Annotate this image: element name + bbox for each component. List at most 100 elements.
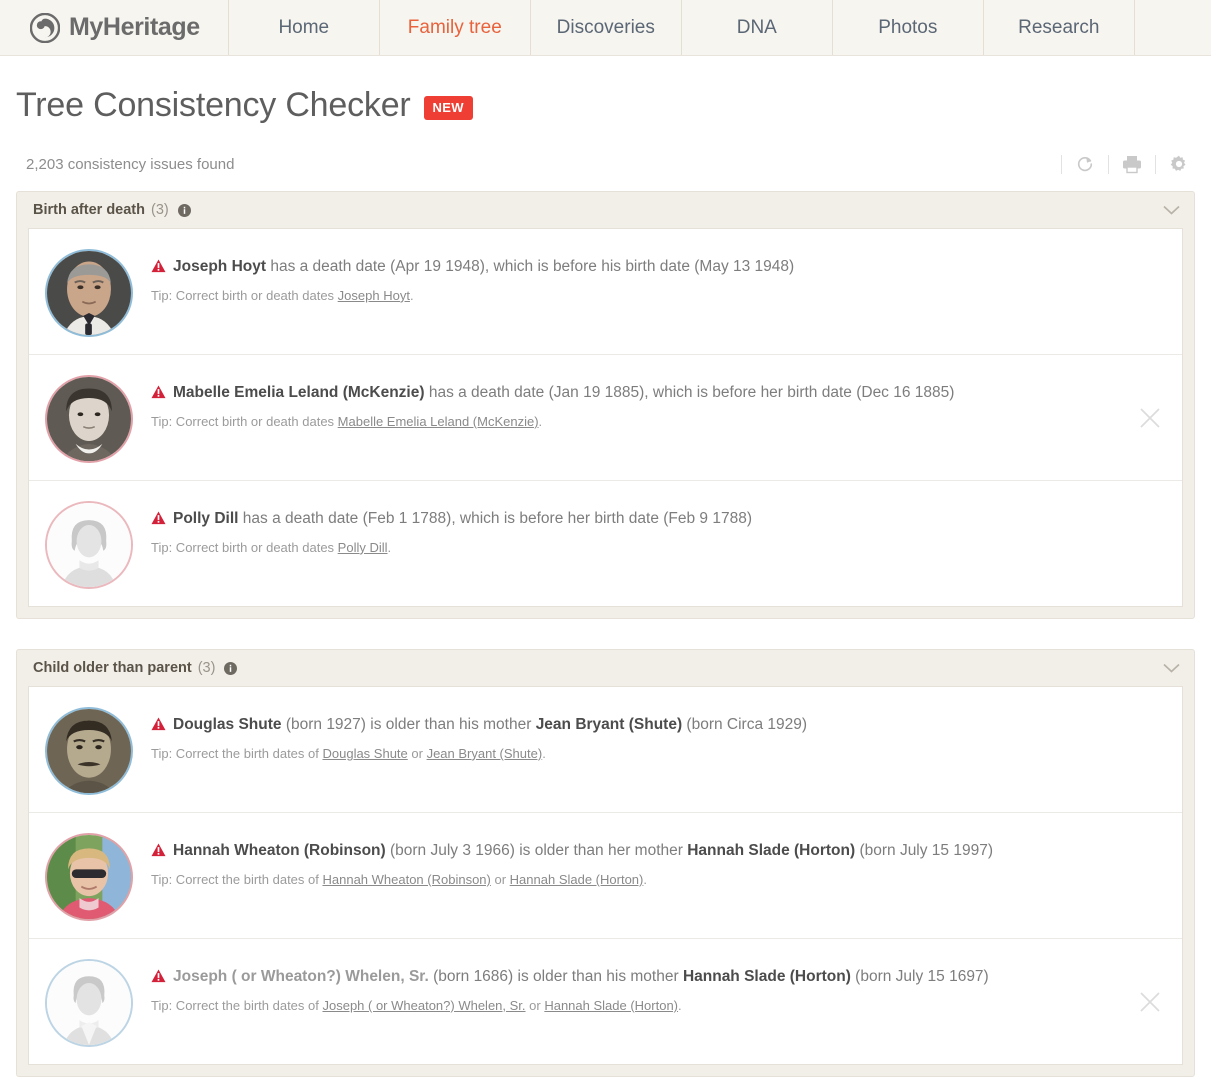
parent-name[interactable]: Hannah Slade (Horton) xyxy=(683,968,851,985)
info-icon[interactable] xyxy=(177,203,191,217)
tip-mid: or xyxy=(525,997,545,1013)
section-count: (3) xyxy=(197,660,216,676)
issue-list: Douglas Shute (born 1927) is older than … xyxy=(28,686,1183,1065)
issue-row: Joseph ( or Wheaton?) Whelen, Sr. (born … xyxy=(29,938,1182,1064)
avatar[interactable] xyxy=(45,833,133,921)
close-icon xyxy=(1140,407,1160,428)
person-name[interactable]: Polly Dill xyxy=(173,510,238,527)
person-name[interactable]: Mabelle Emelia Leland (McKenzie) xyxy=(173,384,425,401)
avatar-wrap xyxy=(43,245,135,337)
warning-icon xyxy=(151,511,166,532)
issue-detail-2: (born July 15 1697) xyxy=(850,968,989,985)
tip-parent-link[interactable]: Hannah Slade (Horton) xyxy=(544,998,678,1013)
tip-suffix: . xyxy=(538,413,543,429)
tip-person-link[interactable]: Polly Dill xyxy=(338,540,388,555)
avatar[interactable] xyxy=(45,707,133,795)
person-photo-douglas-shute xyxy=(47,709,131,793)
tip-person-link[interactable]: Joseph ( or Wheaton?) Whelen, Sr. xyxy=(322,998,525,1013)
warning-icon xyxy=(151,969,166,990)
brand-logo-link[interactable]: MyHeritage xyxy=(0,0,228,55)
nav-divider xyxy=(1133,0,1135,55)
tip-person-link[interactable]: Douglas Shute xyxy=(322,746,407,761)
brand-name: MyHeritage xyxy=(69,13,200,41)
issue-text: Mabelle Emelia Leland (McKenzie) has a d… xyxy=(151,383,1168,406)
tip-prefix: Tip: Correct birth or death dates xyxy=(151,287,338,303)
tip-parent-link[interactable]: Jean Bryant (Shute) xyxy=(427,746,543,761)
print-button[interactable] xyxy=(1118,150,1146,178)
tip-person-link[interactable]: Joseph Hoyt xyxy=(338,288,410,303)
issue-tip: Tip: Correct the birth dates of Hannah W… xyxy=(151,872,1168,887)
person-name[interactable]: Douglas Shute xyxy=(173,716,282,733)
section-child-older-than-parent: Child older than parent (3) Douglas Shut… xyxy=(16,649,1195,1077)
issue-detail: has a death date (Apr 19 1948), which is… xyxy=(266,258,795,275)
tip-prefix: Tip: Correct birth or death dates xyxy=(151,539,338,555)
issue-detail: (born 1927) is older than his mother xyxy=(281,716,536,733)
issue-text: Douglas Shute (born 1927) is older than … xyxy=(151,715,1168,738)
tip-parent-link[interactable]: Hannah Slade (Horton) xyxy=(510,872,644,887)
toolbar-divider xyxy=(1155,154,1156,174)
dismiss-button[interactable] xyxy=(1137,405,1163,431)
issue-body: Joseph ( or Wheaton?) Whelen, Sr. (born … xyxy=(135,955,1168,1013)
parent-name[interactable]: Jean Bryant (Shute) xyxy=(536,716,682,733)
avatar-wrap xyxy=(43,497,135,589)
warning-icon xyxy=(151,717,166,738)
tip-person-link[interactable]: Mabelle Emelia Leland (McKenzie) xyxy=(338,414,539,429)
person-name[interactable]: Joseph ( or Wheaton?) Whelen, Sr. xyxy=(173,968,429,985)
placeholder-female-icon xyxy=(47,503,131,587)
nav-item-family-tree[interactable]: Family tree xyxy=(378,0,530,55)
section-title: Birth after death xyxy=(33,202,145,218)
chevron-down-icon[interactable] xyxy=(1163,205,1180,215)
warning-icon xyxy=(151,843,166,864)
nav-item-dna[interactable]: DNA xyxy=(680,0,832,55)
warning-icon xyxy=(151,259,166,280)
placeholder-male-icon xyxy=(47,961,131,1045)
issue-body: Hannah Wheaton (Robinson) (born July 3 1… xyxy=(135,829,1168,887)
person-name[interactable]: Joseph Hoyt xyxy=(173,258,266,275)
page-title: Tree Consistency Checker xyxy=(16,86,411,124)
issue-detail: has a death date (Feb 1 1788), which is … xyxy=(238,510,753,527)
top-navigation-bar: MyHeritage Home Family tree Discoveries … xyxy=(0,0,1211,56)
issue-tip: Tip: Correct birth or death dates Mabell… xyxy=(151,414,1168,429)
nav-item-research[interactable]: Research xyxy=(982,0,1134,55)
settings-button[interactable] xyxy=(1165,150,1193,178)
avatar[interactable] xyxy=(45,249,133,337)
section-header[interactable]: Birth after death (3) xyxy=(17,192,1194,228)
issue-list: Joseph Hoyt has a death date (Apr 19 194… xyxy=(28,228,1183,607)
issue-detail: has a death date (Jan 19 1885), which is… xyxy=(424,384,955,401)
parent-name[interactable]: Hannah Slade (Horton) xyxy=(687,842,855,859)
issue-tip: Tip: Correct the birth dates of Douglas … xyxy=(151,746,1168,761)
issue-text: Joseph Hoyt has a death date (Apr 19 194… xyxy=(151,257,1168,280)
chevron-down-icon[interactable] xyxy=(1163,663,1180,673)
title-row: Tree Consistency Checker NEW xyxy=(16,86,1211,125)
avatar-wrap xyxy=(43,829,135,921)
issue-body: Mabelle Emelia Leland (McKenzie) has a d… xyxy=(135,371,1168,429)
nav-item-discoveries[interactable]: Discoveries xyxy=(529,0,681,55)
issue-row: Hannah Wheaton (Robinson) (born July 3 1… xyxy=(29,812,1182,938)
issues-found-count: 2,203 consistency issues found xyxy=(26,155,235,173)
issue-text: Polly Dill has a death date (Feb 1 1788)… xyxy=(151,509,1168,532)
person-photo-joseph-hoyt xyxy=(47,251,131,335)
section-header[interactable]: Child older than parent (3) xyxy=(17,650,1194,686)
gear-icon xyxy=(1170,155,1186,171)
tip-person-link[interactable]: Hannah Wheaton (Robinson) xyxy=(322,872,490,887)
issue-text: Joseph ( or Wheaton?) Whelen, Sr. (born … xyxy=(151,967,1168,990)
avatar-wrap xyxy=(43,703,135,795)
subheader-row: 2,203 consistency issues found xyxy=(16,150,1211,178)
dismiss-button[interactable] xyxy=(1137,989,1163,1015)
issue-detail: (born 1686) is older than his mother xyxy=(428,968,683,985)
issue-tip: Tip: Correct the birth dates of Joseph (… xyxy=(151,998,1168,1013)
nav-item-home[interactable]: Home xyxy=(227,0,379,55)
avatar[interactable] xyxy=(45,501,133,589)
issue-row: Joseph Hoyt has a death date (Apr 19 194… xyxy=(29,229,1182,354)
avatar[interactable] xyxy=(45,959,133,1047)
info-icon[interactable] xyxy=(224,661,238,675)
issue-body: Polly Dill has a death date (Feb 1 1788)… xyxy=(135,497,1168,555)
section-count: (3) xyxy=(151,202,169,218)
refresh-button[interactable] xyxy=(1071,150,1099,178)
nav-item-photos[interactable]: Photos xyxy=(831,0,983,55)
avatar[interactable] xyxy=(45,375,133,463)
myheritage-logo-icon xyxy=(30,12,60,43)
issue-body: Douglas Shute (born 1927) is older than … xyxy=(135,703,1168,761)
person-name[interactable]: Hannah Wheaton (Robinson) xyxy=(173,842,386,859)
tip-prefix: Tip: Correct the birth dates of xyxy=(151,745,323,761)
